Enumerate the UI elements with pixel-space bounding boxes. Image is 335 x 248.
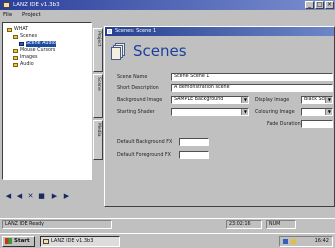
system-tray: 16:42 <box>279 236 333 247</box>
side-tab-strip: Project Scene Media <box>92 28 103 200</box>
rewind-icon[interactable]: ◀ <box>15 192 24 200</box>
ide-main-window: LANZ IDE v1.3b3 _ □ × File Project WHAT … <box>0 0 335 233</box>
chevron-down-icon: ▼ <box>327 97 331 102</box>
maximize-button[interactable]: □ <box>315 1 324 9</box>
child-window-title: Scenes: Scene 1 <box>115 28 157 34</box>
speaker-icon[interactable] <box>291 239 296 244</box>
tree-item-mouse-cursors[interactable]: Mouse Cursors <box>13 48 55 54</box>
short-description-field[interactable]: A demonstration scene <box>171 84 333 92</box>
starting-shader-label: Starting Shader <box>117 110 155 115</box>
clock[interactable]: 16:42 <box>315 238 329 244</box>
chevron-down-icon: ▼ <box>243 109 247 114</box>
starting-shader-select[interactable]: ▼ <box>171 108 249 116</box>
document-icon <box>19 41 24 46</box>
title-bar[interactable]: LANZ IDE v1.3b3 _ □ × <box>0 0 335 10</box>
playback-toolbar: ◀ ◀ ✕ ■ ▶ ▶ <box>2 190 92 202</box>
close-icon[interactable]: ✕ <box>26 192 35 200</box>
window-title: LANZ IDE v1.3b3 <box>13 2 60 8</box>
close-button[interactable]: × <box>325 1 334 9</box>
scene-name-label: Scene Name <box>117 75 148 80</box>
status-bar: LANZ IDE Ready 23:02:16 NUM <box>0 218 335 230</box>
background-image-label: Background Image <box>117 98 163 103</box>
short-description-label: Short Description <box>117 86 159 91</box>
menu-bar: File Project <box>0 10 335 20</box>
scenes-editor-window: Scenes: Scene 1 Scenes Scene Name Scene … <box>104 26 335 207</box>
sfx-background-label: Default Background FX <box>117 140 173 145</box>
folder-icon <box>13 55 18 60</box>
scene-name-field[interactable]: Scene Scene 1 <box>171 73 333 81</box>
sfx-background-field[interactable] <box>179 138 209 146</box>
page-title: Scenes <box>133 42 187 60</box>
start-button[interactable]: Start <box>2 236 35 247</box>
stop-icon[interactable]: ■ <box>37 192 46 200</box>
menu-project[interactable]: Project <box>22 12 41 18</box>
status-indicator: NUM <box>266 220 296 229</box>
chevron-down-icon: ▼ <box>327 109 331 114</box>
menu-file[interactable]: File <box>3 12 12 18</box>
tree-item-scene-audio[interactable]: Scene Audio <box>19 41 56 47</box>
background-image-select[interactable]: SAMPLE Background ▼ <box>171 96 249 104</box>
folder-icon <box>7 27 12 32</box>
child-title-bar[interactable]: Scenes: Scene 1 <box>105 27 334 36</box>
network-icon[interactable] <box>283 239 288 244</box>
windows-logo-icon <box>5 238 12 244</box>
tree-item-root[interactable]: WHAT <box>7 27 28 33</box>
chevron-down-icon: ▼ <box>243 97 247 102</box>
taskbar: Start LANZ IDE v1.3b3 16:42 <box>0 233 335 248</box>
status-text: LANZ IDE Ready <box>2 220 112 229</box>
display-image-select[interactable]: Black Scre ▼ <box>301 96 333 104</box>
display-image-label: Display Image <box>255 98 290 103</box>
taskbar-item-ide[interactable]: LANZ IDE v1.3b3 <box>40 236 120 247</box>
fast-forward-icon[interactable]: ▶ <box>62 192 71 200</box>
folder-icon <box>13 34 18 39</box>
project-tree[interactable]: WHAT Scenes Scene Audio Mouse Cursors Im… <box>2 22 92 180</box>
fade-duration-field[interactable] <box>301 120 333 128</box>
folder-icon <box>13 48 18 53</box>
play-icon[interactable]: ▶ <box>50 192 59 200</box>
skip-back-icon[interactable]: ◀ <box>4 192 13 200</box>
tab-media[interactable]: Media <box>93 120 103 160</box>
tree-item-audio[interactable]: Audio <box>13 62 34 68</box>
minimize-button[interactable]: _ <box>305 1 314 9</box>
colouring-image-select[interactable]: ▼ <box>301 108 333 116</box>
app-icon <box>3 2 10 8</box>
tree-item-scenes[interactable]: Scenes <box>13 34 37 40</box>
tab-project[interactable]: Project <box>93 28 103 72</box>
scenes-icon <box>111 43 125 60</box>
fade-duration-label: Fade Duration <box>267 122 301 127</box>
sfx-foreground-field[interactable] <box>179 151 209 159</box>
tab-scene[interactable]: Scene <box>93 74 103 118</box>
colouring-image-label: Colouring Image <box>255 110 295 115</box>
status-time: 23:02:16 <box>226 220 262 229</box>
tree-item-images[interactable]: Images <box>13 55 38 61</box>
window-icon <box>107 29 112 34</box>
sfx-foreground-label: Default Foreground FX <box>117 153 171 158</box>
folder-icon <box>13 62 18 67</box>
app-icon <box>43 239 49 244</box>
